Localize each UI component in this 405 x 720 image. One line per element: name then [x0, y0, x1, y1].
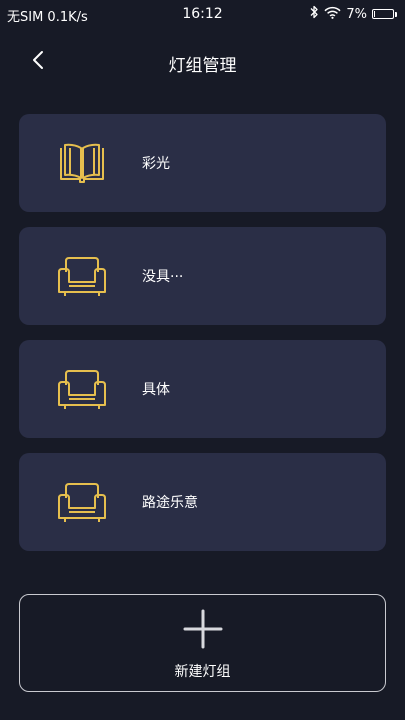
- armchair-icon: [57, 369, 107, 409]
- group-card-3[interactable]: 路途乐意: [19, 453, 386, 551]
- status-indicators: 7%: [309, 5, 397, 23]
- book-icon: [57, 143, 107, 183]
- wifi-icon: [324, 6, 341, 23]
- bluetooth-icon: [309, 5, 319, 23]
- plus-icon: [183, 609, 223, 649]
- group-card-2[interactable]: 具体: [19, 340, 386, 438]
- group-label: 路途乐意: [142, 495, 198, 511]
- battery-icon: [372, 9, 397, 19]
- status-bar: 无SIM 0.1K/s 16:12 7%: [0, 0, 405, 28]
- armchair-icon: [57, 256, 107, 296]
- battery-percent: 7%: [346, 6, 367, 22]
- new-group-label: 新建灯组: [174, 664, 231, 680]
- group-card-0[interactable]: 彩光: [19, 114, 386, 212]
- page-title: 灯组管理: [168, 56, 237, 76]
- nav-bar: 灯组管理: [0, 40, 405, 84]
- battery-fill: [374, 11, 375, 17]
- new-group-button[interactable]: 新建灯组: [19, 594, 386, 692]
- group-card-1[interactable]: 没具···: [19, 227, 386, 325]
- group-label: 没具···: [142, 269, 184, 285]
- group-list: 彩光 没具··· 具体 路途乐意: [19, 114, 386, 566]
- group-label: 具体: [142, 382, 170, 398]
- armchair-icon: [57, 482, 107, 522]
- group-label: 彩光: [142, 156, 170, 172]
